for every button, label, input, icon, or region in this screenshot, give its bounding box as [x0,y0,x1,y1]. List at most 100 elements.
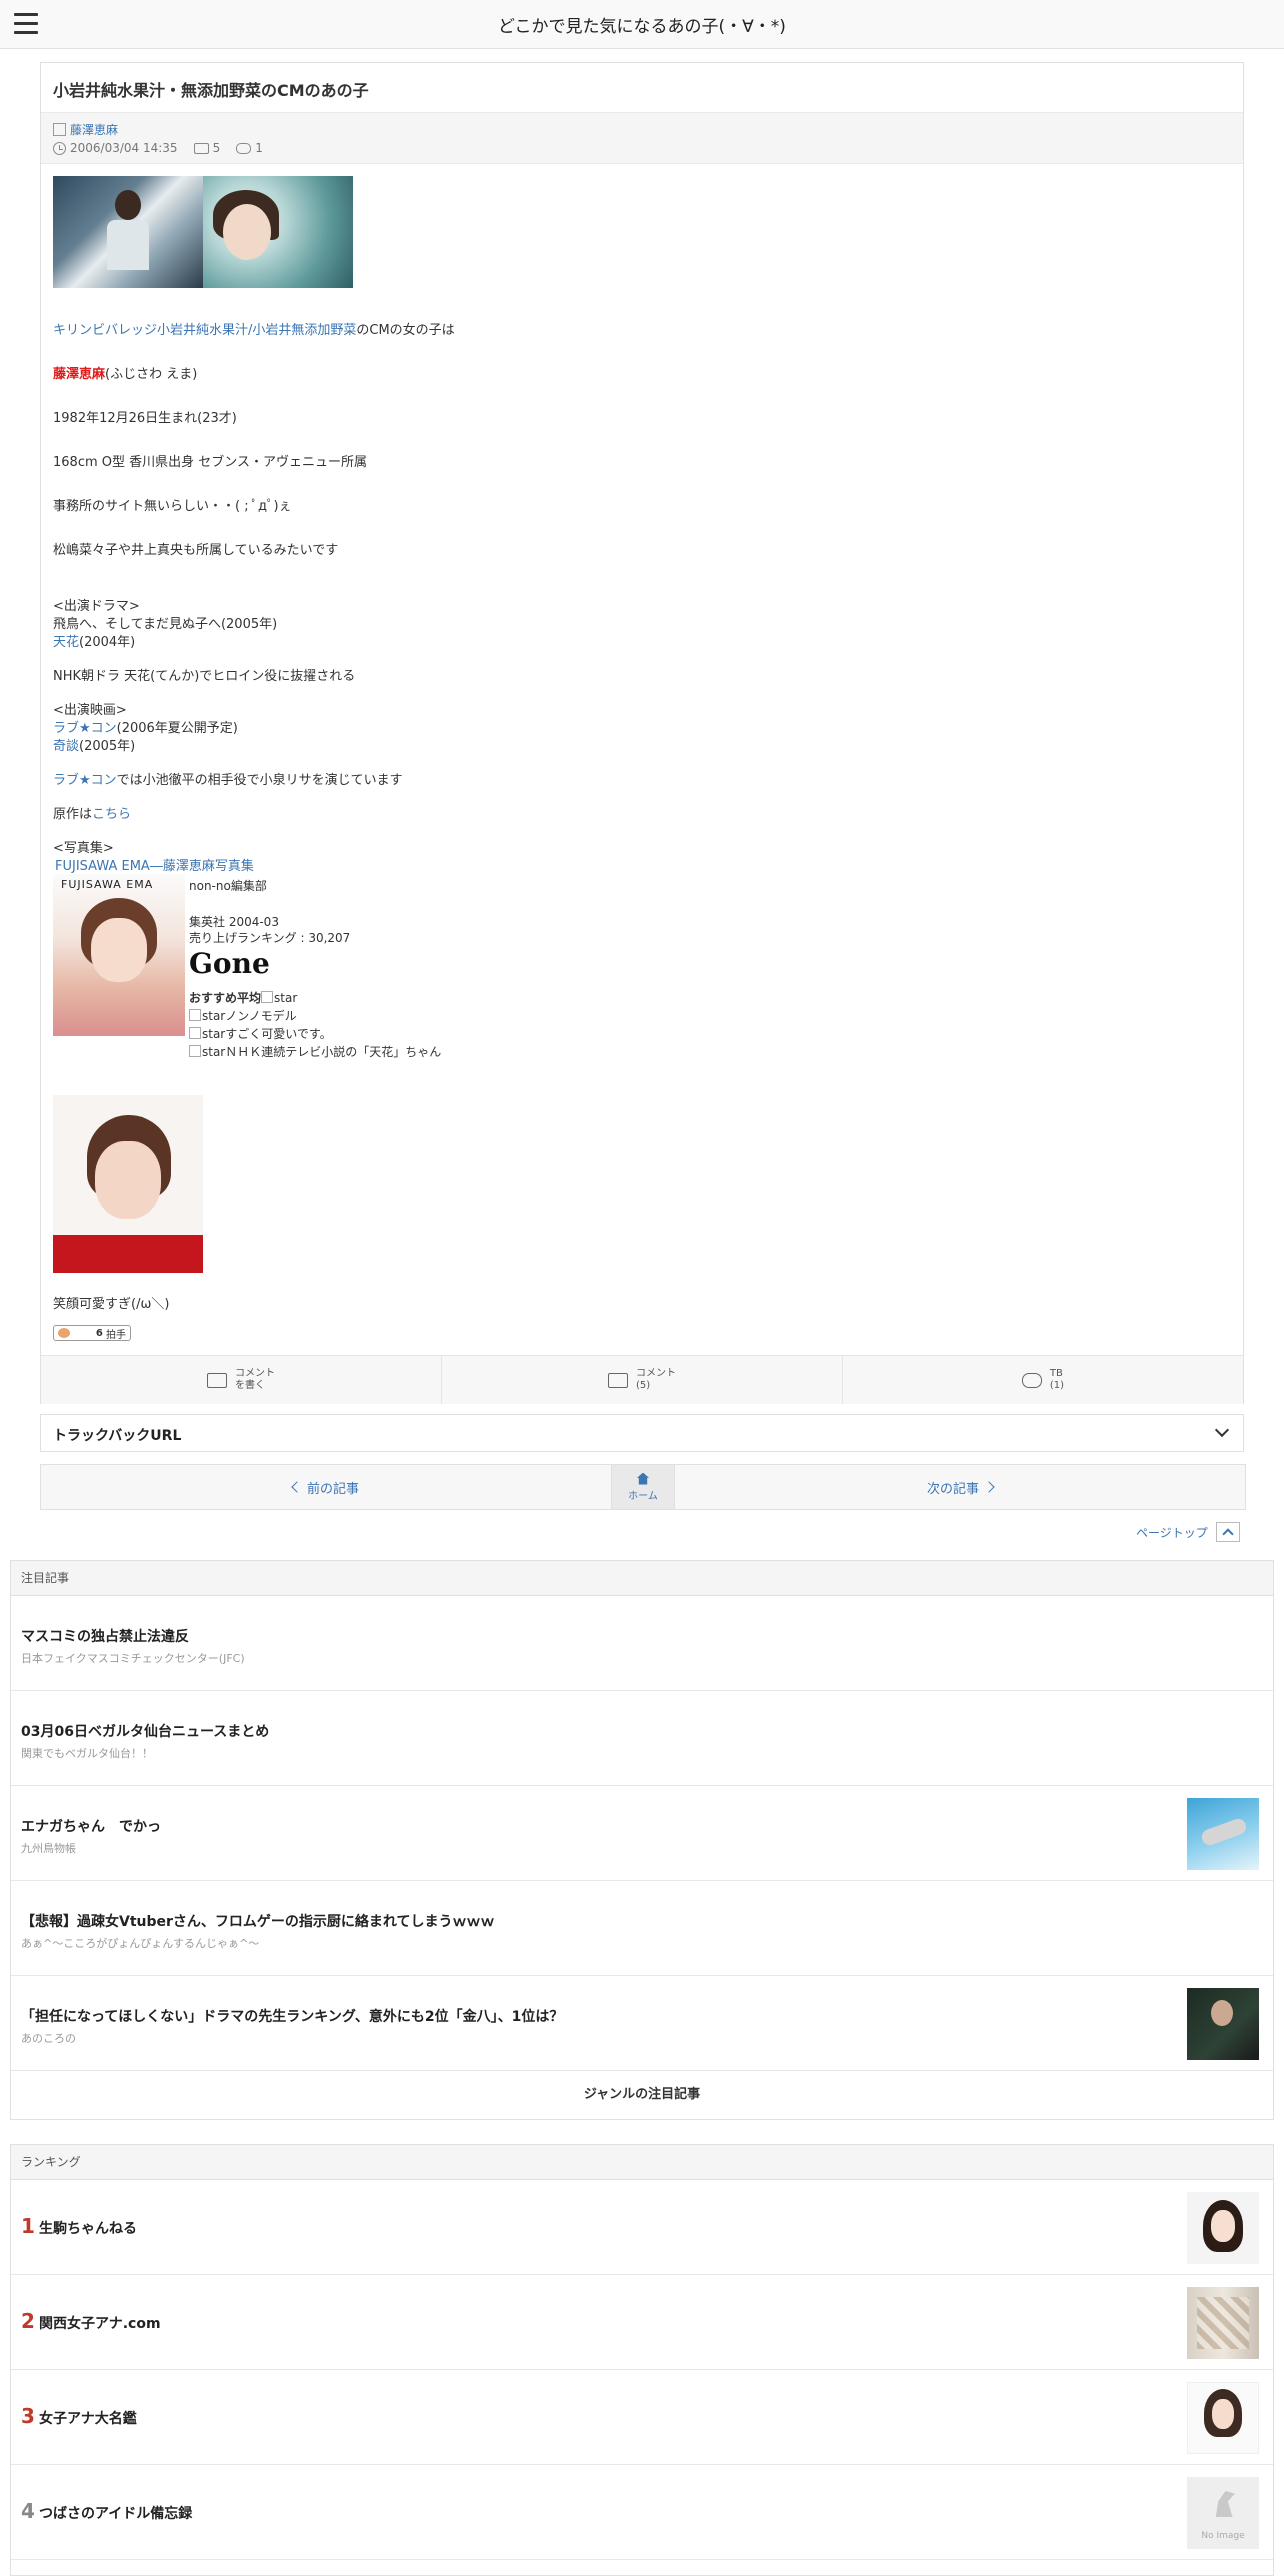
article-category: 藤澤恵麻 [53,121,118,138]
hamburger-menu-icon[interactable] [14,13,38,35]
kidan-link[interactable]: 奇談 [53,739,79,754]
article-pager: 前の記事 ホーム 次の記事 [40,1464,1246,1510]
comment-bubble-icon [608,1372,628,1388]
trackback-icon [236,142,252,154]
review-1[interactable]: starノンノモデル [189,1007,297,1024]
recommend-average: おすすめ平均 star [189,991,298,1005]
page-top-link[interactable]: ページトップ [1136,1522,1240,1542]
star-icon [189,1045,201,1057]
prev-article-link[interactable]: 前の記事 [41,1465,611,1509]
featured-thumbnail [1187,1988,1259,2060]
ranking-heading: ランキング [11,2145,1273,2180]
book-status: Gone [189,947,270,980]
book-publisher: 集英社 2004-03 [189,915,279,929]
actress-name: 藤澤恵麻 [53,367,106,382]
trackback-url-toggle[interactable]: トラックバックURL [40,1414,1244,1452]
photobook-heading: <写真集> [53,841,114,856]
comments-button[interactable]: コメント (5) [442,1356,843,1404]
original-link[interactable]: こちら [92,807,131,822]
ranking-item[interactable]: 2 関西女子アナ.com [11,2275,1273,2370]
chevron-up-icon [1215,1522,1240,1542]
review-2[interactable]: starすごく可愛いです。 [189,1025,332,1042]
lovecom-link[interactable]: ラブ★コン [53,721,117,736]
book-editor: non-no編集部 [189,879,267,893]
comment-count[interactable]: 5 [213,141,221,155]
featured-heading: 注目記事 [11,1561,1273,1596]
rank-number: 1 [21,2214,35,2238]
comment-icon [193,142,209,154]
cm-photo-kitchen [53,176,203,288]
article-date: 2006/03/04 14:35 [70,141,178,155]
intro-line: キリンビバレッジ小岩井純水果汁/小岩井無添加野菜のCMの女の子は [53,323,455,338]
category-icon [53,123,66,136]
trackback-loop-icon [1021,1372,1042,1388]
featured-item[interactable]: 03月06日ベガルタ仙台ニュースまとめ 関東でもベガルタ仙台！！ [11,1691,1273,1786]
article: 小岩井純水果汁・無添加野菜のCMのあの子 藤澤恵麻 2006/03/04 14:… [40,62,1244,1404]
drama-item-1: 飛鳥へ、そしてまだ見ぬ子へ(2005年) [53,617,278,632]
tenka-link[interactable]: 天花 [53,635,79,650]
trackback-url-label: トラックバックURL [53,1428,182,1444]
birth-line: 1982年12月26日生まれ(23才) [53,411,237,426]
genre-featured-link[interactable]: ジャンルの注目記事 [11,2071,1273,2119]
site-title[interactable]: どこかで見た気になるあの子(・∀・*) [498,12,786,37]
lovecom-link-2[interactable]: ラブ★コン [53,773,117,788]
star-icon [261,991,274,1003]
ranking: ランキング 1 生駒ちゃんねる 2 関西女子アナ.com 3 女子アナ大名鑑 4… [10,2144,1274,2576]
rank-number: 3 [21,2404,35,2428]
article-actions: コメント を書く コメント (5) TB (1) [41,1355,1243,1404]
clap-button[interactable]: 6 拍手 [53,1325,131,1341]
ranking-thumbnail [1187,2382,1259,2454]
movie-item-1: ラブ★コン(2006年夏公開予定) [53,721,238,736]
drama-heading: <出演ドラマ> [53,599,140,614]
write-comment-button[interactable]: コメント を書く [41,1356,442,1404]
smile-photo [53,1095,203,1273]
featured-item[interactable]: 「担任になってほしくない」ドラマの先生ランキング、意外にも2位「金八」、1位は？… [11,1976,1273,2071]
star-icon [189,1027,201,1039]
chevron-left-icon [291,1481,303,1493]
featured-item[interactable]: マスコミの独占禁止法違反 日本フェイクマスコミチェックセンター(JFC) [11,1596,1273,1691]
site-note-line: 事務所のサイト無いらしい・・( ; ﾟдﾟ)ぇ [53,499,292,514]
ranking-item[interactable]: 4 つばさのアイドル備忘録 No Image [11,2465,1273,2560]
review-3[interactable]: starＮＨＫ連続テレビ小説の「天花」ちゃん [189,1043,441,1060]
lovecom-note: ラブ★コンでは小池徹平の相手役で小泉リサを演じています [53,773,403,788]
chevron-down-icon [1214,1422,1230,1438]
rank-number: 4 [21,2499,35,2523]
name-line: 藤澤恵麻(ふじさわ えま) [53,367,198,382]
book-rank: 売り上げランキング : 30,207 [189,931,351,945]
home-button[interactable]: ホーム [611,1465,675,1509]
photobook-cover-title: FUJISAWA EMA [61,878,154,891]
agency-note-line: 松嶋菜々子や井上真央も所属しているみたいです [53,543,339,558]
drama-note: NHK朝ドラ 天花(てんか)でヒロイン役に抜擢される [53,669,356,684]
featured-item[interactable]: 【悲報】過疎女Vtuberさん、フロムゲーの指示厨に絡まれてしまうｗｗｗ あぁ^… [11,1881,1273,1976]
featured-item[interactable]: エナガちゃん でかっ 九州鳥物帳 [11,1786,1273,1881]
article-meta-row: 2006/03/04 14:35 5 1 [53,141,263,155]
clap-count: 6 [95,1327,103,1339]
pen-comment-icon [207,1372,227,1388]
featured-articles: 注目記事 マスコミの独占禁止法違反 日本フェイクマスコミチェックセンター(JFC… [10,1560,1274,2120]
ranking-thumbnail [1187,2192,1259,2264]
article-title: 小岩井純水果汁・無添加野菜のCMのあの子 [53,81,369,100]
trackback-button[interactable]: TB (1) [843,1356,1243,1404]
trackback-count[interactable]: 1 [255,141,263,155]
photobook-link[interactable]: FUJISAWA EMA―藤澤恵麻写真集 [55,855,254,874]
movie-item-2: 奇談(2005年) [53,739,136,754]
ranking-item[interactable]: 1 生駒ちゃんねる [11,2180,1273,2275]
cm-product-link[interactable]: キリンビバレッジ小岩井純水果汁/小岩井無添加野菜 [53,323,356,338]
photobook-cover[interactable]: FUJISAWA EMA [53,874,185,1036]
drama-item-2: 天花(2004年) [53,635,136,650]
movie-heading: <出演映画> [53,703,127,718]
clock-icon [53,141,66,155]
home-icon [637,1472,649,1485]
next-article-link[interactable]: 次の記事 [675,1465,1245,1509]
featured-thumbnail [1187,1798,1259,1870]
ranking-thumbnail [1187,2287,1259,2359]
article-meta: 藤澤恵麻 2006/03/04 14:35 5 1 [41,112,1243,164]
unicorn-icon [1215,2491,1235,2517]
ranking-item[interactable]: 3 女子アナ大名鑑 [11,2370,1273,2465]
site-header: どこかで見た気になるあの子(・∀・*) [0,0,1284,49]
profile-line: 168cm O型 香川県出身 セブンス・アヴェニュー所属 [53,455,367,470]
cm-photo-smile [203,176,353,288]
chevron-right-icon [983,1481,995,1493]
star-icon [189,1009,201,1021]
category-link[interactable]: 藤澤恵麻 [70,121,118,138]
